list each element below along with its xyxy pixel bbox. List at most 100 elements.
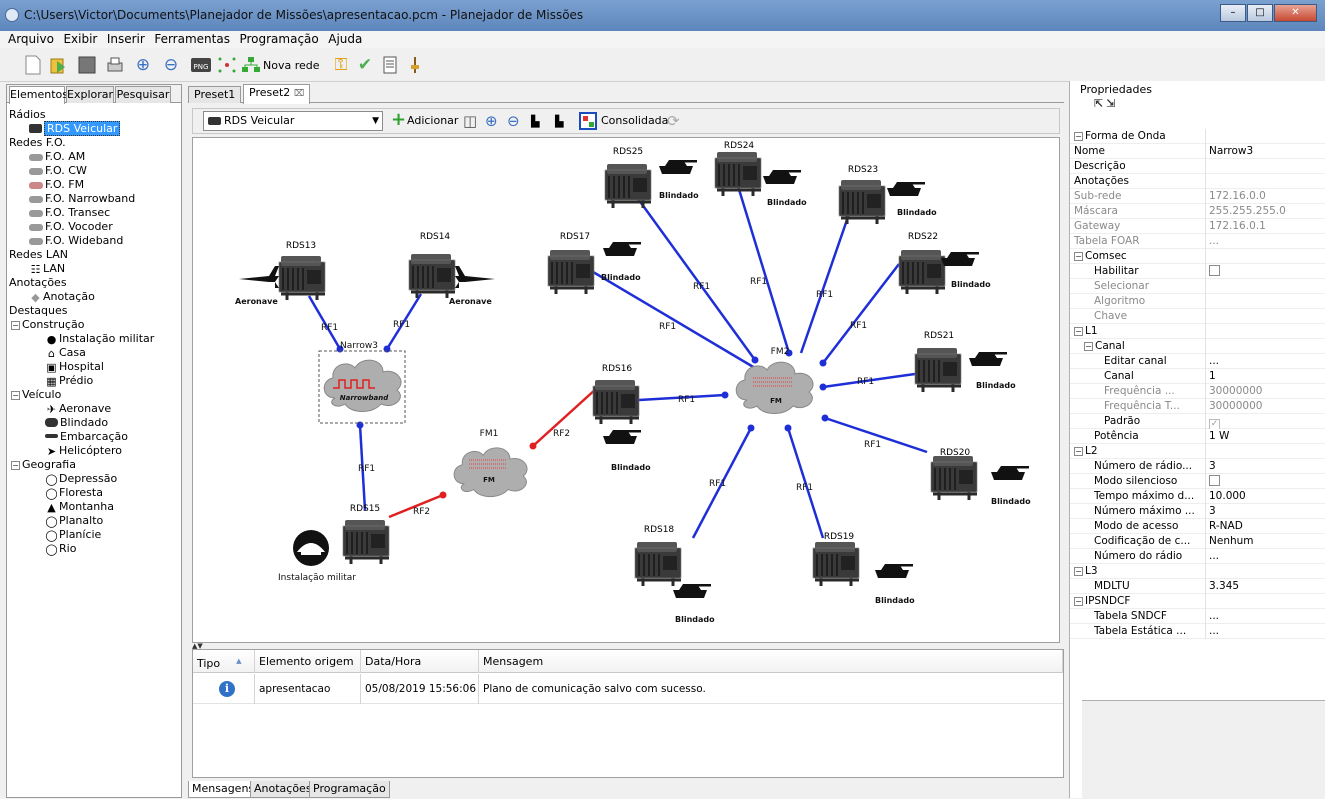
tree-lan[interactable]: ☷ LAN [29,262,66,276]
tree-fo-fm[interactable]: F.O. FM [29,178,84,192]
radio-rds13[interactable]: RDS13 [277,241,327,302]
property-value[interactable]: 30000000 [1207,399,1325,414]
checkbox[interactable]: ✓ [1209,419,1220,429]
tab-programacao[interactable]: Programação [309,781,390,798]
tree-anotacoes[interactable]: Anotações [9,276,67,290]
tree-predio[interactable]: ▦ Prédio [45,374,93,388]
property-value[interactable] [1207,279,1325,294]
collapse-icon[interactable]: − [1074,567,1083,576]
radio-rds19[interactable]: RDS19 [811,532,861,588]
property-row[interactable]: − L3 [1070,564,1325,579]
tab-mensagens[interactable]: Mensagens [188,781,259,798]
maximize-button[interactable]: □ [1247,4,1273,22]
property-value[interactable]: 172.16.0.1 [1207,219,1325,234]
collapse-icon[interactable]: − [1074,327,1083,336]
property-row[interactable]: Sub-rede 172.16.0.0 [1070,189,1325,204]
refresh-icon[interactable]: ⟳ [667,112,680,130]
radio-rds15[interactable]: RDS15 [341,504,391,566]
property-row[interactable]: Tempo máximo d... 10.000 [1070,489,1325,504]
tree-instalacao-militar[interactable]: ● Instalação militar [45,332,155,346]
check-icon[interactable]: ✔ [354,54,376,76]
add-button[interactable]: Adicionar [407,114,458,127]
radio-type-select[interactable]: RDS Veicular ▼ [203,111,383,131]
tree-floresta[interactable]: ◯Floresta [45,486,103,500]
new-network-icon[interactable] [240,54,262,76]
property-row[interactable]: Frequência ... 30000000 [1070,384,1325,399]
tree-anotacao[interactable]: ◆ Anotação [29,290,95,304]
zoom-out-icon[interactable]: ⊖ [507,112,520,130]
property-value[interactable] [1207,174,1325,189]
property-value[interactable] [1207,159,1325,174]
network-fm1[interactable]: FM1 FM [453,429,528,498]
tree-blindado[interactable]: Blindado [45,416,108,430]
open-icon[interactable] [48,54,70,76]
key-icon[interactable]: ⚿ [330,54,352,76]
property-row[interactable]: Tabela Estática ...... [1070,624,1325,639]
collapse-icon[interactable]: − [11,391,20,400]
add-icon[interactable]: + [391,109,406,130]
property-row[interactable]: Canal 1 [1070,369,1325,384]
collapse-icon[interactable]: − [1074,597,1083,606]
network-narrow3[interactable]: Narrowband Narrow3 [318,341,406,424]
property-value[interactable] [1207,474,1325,489]
tree-destaques[interactable]: Destaques [9,304,67,318]
property-row[interactable]: Descrição [1070,159,1325,174]
property-row[interactable]: Potência 1 W [1070,429,1325,444]
radio-rds23[interactable]: RDS23 [837,165,887,226]
menu-programacao[interactable]: Programação [236,31,321,48]
property-value[interactable]: Narrow3 [1207,144,1325,159]
radio-rds16[interactable]: RDS16 [591,364,641,426]
property-value[interactable] [1207,564,1325,579]
property-row[interactable]: Padrão ✓ [1070,414,1325,429]
network-canvas[interactable]: Narrowband Narrow3 FM2 FM FM1 FM RF1 RF1 [192,137,1060,643]
tree-radios[interactable]: Rádios [9,108,46,122]
tab-elementos[interactable]: Elementos [9,86,68,104]
col-elemento-origem[interactable]: Elemento origem [255,650,361,673]
property-value[interactable]: ... [1207,549,1325,564]
menu-inserir[interactable]: Inserir [104,31,148,48]
close-button[interactable]: ✕ [1274,4,1317,22]
property-row[interactable]: − L2 [1070,444,1325,459]
property-row[interactable]: Modo silencioso [1070,474,1325,489]
tool-icon[interactable] [404,54,426,76]
property-row[interactable]: Codificação de c... Nenhum [1070,534,1325,549]
property-value[interactable] [1207,309,1325,324]
tree-fo-am[interactable]: F.O. AM [29,150,85,164]
property-value[interactable] [1207,249,1325,264]
property-row[interactable]: Número de rádio... 3 [1070,459,1325,474]
collapse-icon[interactable]: − [11,461,20,470]
property-value[interactable]: R-NAD [1207,519,1325,534]
tree-hospital[interactable]: ▣ Hospital [45,360,104,374]
property-row[interactable]: Modo de acesso R-NAD [1070,519,1325,534]
property-row[interactable]: Editar canal... [1070,354,1325,369]
tree-fo-vocoder[interactable]: F.O. Vocoder [29,220,113,234]
property-row[interactable]: Anotações [1070,174,1325,189]
tab-pesquisar[interactable]: Pesquisar [115,86,171,103]
property-row[interactable]: − Forma de Onda [1070,129,1325,144]
property-value[interactable] [1207,264,1325,279]
collapse-icon[interactable]: − [1074,252,1083,261]
tree-aeronave[interactable]: ✈ Aeronave [45,402,111,416]
radio-rds18[interactable]: RDS18 [633,525,683,588]
tree-depressao[interactable]: ◯Depressão [45,472,117,486]
property-value[interactable]: 1 W [1207,429,1325,444]
radio-rds14[interactable]: RDS14 [407,232,457,300]
tree-rio[interactable]: ◯Rio [45,542,76,556]
tree-fo-cw[interactable]: F.O. CW [29,164,87,178]
property-value[interactable]: ✓ [1207,414,1325,429]
tree-planalto[interactable]: ◯Planalto [45,514,103,528]
radio-rds20[interactable]: RDS20 [929,448,979,502]
property-row[interactable]: − L1 [1070,324,1325,339]
collapse-icon[interactable]: − [1074,447,1083,456]
tree-redes-fo[interactable]: Redes F.O. [9,136,66,150]
zoom-in-icon[interactable]: ⊕ [132,54,154,76]
property-row[interactable]: Habilitar [1070,264,1325,279]
tab-explorar[interactable]: Explorar [66,86,114,103]
layout-icon[interactable] [216,54,238,76]
property-value[interactable] [1207,129,1325,144]
property-row[interactable]: Número máximo ... 3 [1070,504,1325,519]
tree-fo-narrowband[interactable]: F.O. Narrowband [29,192,135,206]
align-icon[interactable]: ▙ [531,115,539,128]
property-value[interactable]: 3.345 [1207,579,1325,594]
tree-casa[interactable]: ⌂ Casa [45,346,86,360]
